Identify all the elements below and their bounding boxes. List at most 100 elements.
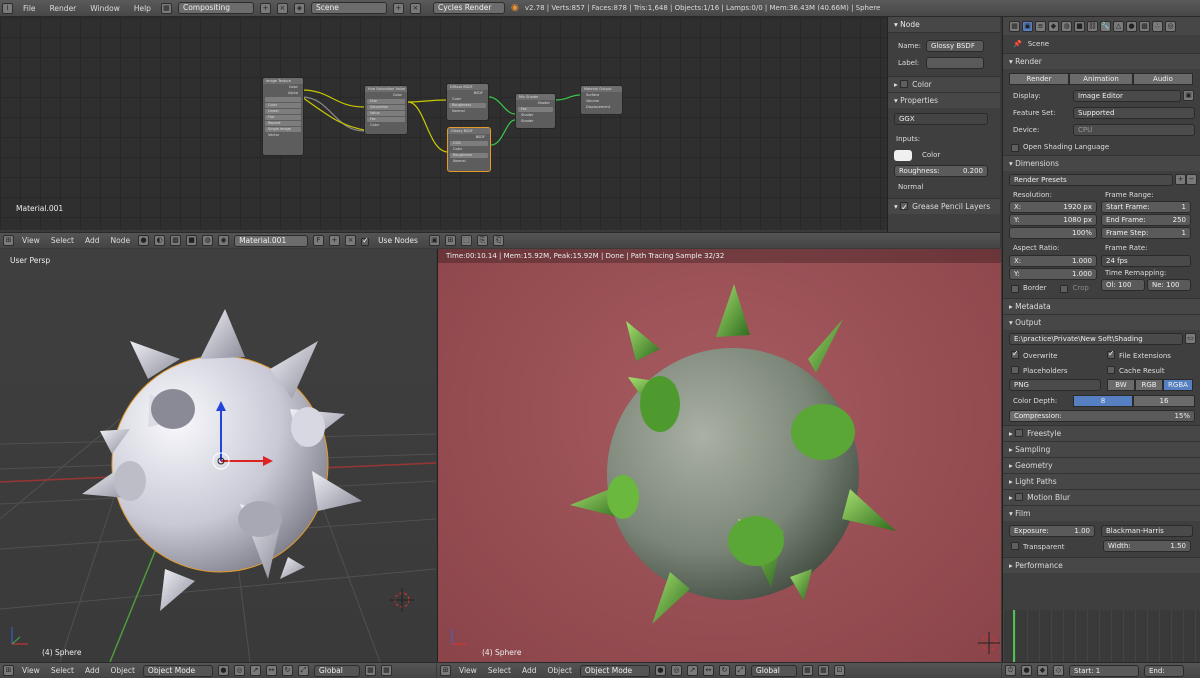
snap-icon[interactable]: ⊞ xyxy=(444,235,456,246)
color-panel-header[interactable]: ▸ Color xyxy=(888,76,1000,92)
node-field[interactable]: Value xyxy=(367,111,405,116)
mode-select[interactable]: Object Mode xyxy=(142,664,213,677)
render-layers-tab-icon[interactable]: ≡ xyxy=(1035,20,1046,32)
scene-tab-icon[interactable]: ◆ xyxy=(1048,20,1059,32)
metadata-panel-header[interactable]: ▸ Metadata xyxy=(1003,298,1200,314)
border-checkbox[interactable] xyxy=(1011,285,1019,293)
start-frame-field[interactable]: Start Frame: 1 xyxy=(1101,201,1191,213)
3d-viewport[interactable]: User Persp (4) Sphere xyxy=(0,249,436,662)
fullscreen-icon[interactable]: ▣ xyxy=(1183,90,1194,101)
output-panel-header[interactable]: ▾ Output xyxy=(1003,314,1200,330)
resolution-percent-field[interactable]: 100% xyxy=(1009,227,1097,239)
device-select[interactable]: CPU xyxy=(1073,123,1195,136)
layers-icon[interactable]: ▦ xyxy=(380,665,392,676)
motion-blur-panel-header[interactable]: ▸ Motion Blur xyxy=(1003,489,1200,505)
physics-tab-icon[interactable]: ◎ xyxy=(1165,20,1176,32)
time-old-field[interactable]: Ol: 100 xyxy=(1101,279,1145,291)
lock-icon[interactable]: ⊡ xyxy=(833,665,845,676)
node-field[interactable]: Repeat xyxy=(265,121,301,126)
add-scene-icon[interactable]: + xyxy=(392,2,404,14)
menu-object[interactable]: Object xyxy=(107,666,137,675)
motion-blur-checkbox[interactable] xyxy=(1015,493,1024,501)
node-field[interactable]: Roughness xyxy=(450,153,488,158)
editor-type-icon[interactable]: ⏱ xyxy=(1005,665,1016,676)
menu-file[interactable]: File xyxy=(19,4,40,13)
fake-user-button[interactable]: F xyxy=(313,235,325,246)
render-engine-select[interactable]: Cycles Render xyxy=(432,2,505,14)
exposure-field[interactable]: Exposure: 1.00 xyxy=(1009,524,1095,537)
filter-type-select[interactable]: Blackman-Harris xyxy=(1101,524,1193,537)
editor-type-icon[interactable]: ⊞ xyxy=(3,235,14,246)
material-field[interactable]: Material.001 xyxy=(234,234,309,247)
node-image-field[interactable] xyxy=(265,97,301,102)
display-select[interactable]: Image Editor xyxy=(1073,89,1181,102)
node-field[interactable]: GGX xyxy=(450,141,488,146)
paste-icon[interactable]: ⎗ xyxy=(492,235,504,246)
depth-8-button[interactable]: 8 xyxy=(1073,394,1133,407)
record-icon[interactable]: ● xyxy=(1021,665,1032,676)
node-field[interactable]: Fac xyxy=(367,117,405,122)
layers-icon[interactable]: ▦ xyxy=(364,665,376,676)
start-frame-timeline-field[interactable]: Start: 1 xyxy=(1069,664,1139,677)
aspect-y-field[interactable]: Y: 1.000 xyxy=(1009,268,1097,280)
shading-icon[interactable]: ● xyxy=(654,665,666,676)
folder-icon[interactable]: ▭ xyxy=(1185,333,1196,344)
node-field[interactable]: Hue xyxy=(367,99,405,104)
freestyle-panel-header[interactable]: ▸ Freestyle xyxy=(1003,425,1200,441)
render-presets-select[interactable]: Render Presets xyxy=(1009,173,1173,186)
timeline-area[interactable] xyxy=(1002,610,1200,662)
scale-icon[interactable]: ⤢ xyxy=(734,665,746,676)
node-mix-shader[interactable]: Mix Shader Shader Fac Shader Shader xyxy=(515,93,556,129)
performance-panel-header[interactable]: ▸ Performance xyxy=(1003,557,1200,573)
cache-result-checkbox[interactable] xyxy=(1107,365,1115,374)
file-format-select[interactable]: PNG xyxy=(1009,379,1101,391)
current-frame-marker[interactable] xyxy=(1013,610,1015,662)
menu-add[interactable]: Add xyxy=(82,236,103,245)
color-bw-button[interactable]: BW xyxy=(1107,379,1135,391)
node-field[interactable]: Linear xyxy=(265,109,301,114)
freestyle-checkbox[interactable] xyxy=(1015,429,1024,437)
end-frame-timeline-field[interactable]: End: xyxy=(1144,664,1184,677)
keying-set-icon[interactable]: ◇ xyxy=(1053,665,1064,676)
layers-icon[interactable]: ▦ xyxy=(817,665,829,676)
layers-icon[interactable]: ▦ xyxy=(801,665,813,676)
orientation-select[interactable]: Global xyxy=(313,664,360,677)
node-material-output[interactable]: Material Output Surface Volume Displacem… xyxy=(580,85,623,115)
audio-button[interactable]: Audio xyxy=(1133,73,1193,85)
film-panel-header[interactable]: ▾ Film xyxy=(1003,505,1200,521)
render-result-view[interactable]: Time:00:10.14 | Mem:15.92M, Peak:15.92M … xyxy=(437,249,1001,662)
properties-panel-header[interactable]: ▾ Properties xyxy=(888,92,1000,108)
crop-checkbox[interactable] xyxy=(1060,285,1069,293)
particles-tab-icon[interactable]: ∴ xyxy=(1152,20,1163,32)
manipulator-icon[interactable]: ↗ xyxy=(249,665,261,676)
use-nodes-checkbox[interactable] xyxy=(361,236,370,246)
render-button[interactable]: Render xyxy=(1009,73,1069,85)
aspect-x-field[interactable]: X: 1.000 xyxy=(1009,255,1097,267)
remove-material-icon[interactable]: × xyxy=(345,235,357,246)
world-icon[interactable]: ◍ xyxy=(202,235,214,246)
resolution-y-field[interactable]: Y: 1080 px xyxy=(1009,214,1097,226)
sampling-panel-header[interactable]: ▸ Sampling xyxy=(1003,441,1200,457)
data-tab-icon[interactable]: △ xyxy=(1113,20,1124,32)
animation-button[interactable]: Animation xyxy=(1069,73,1133,85)
file-extensions-checkbox[interactable] xyxy=(1107,349,1115,359)
add-material-icon[interactable]: + xyxy=(329,235,341,246)
editor-type-icon[interactable]: ▦ xyxy=(1009,20,1020,32)
compression-slider[interactable]: Compression: 15% xyxy=(1009,409,1195,422)
grease-pencil-checkbox[interactable] xyxy=(900,200,909,216)
texture-nodes-icon[interactable]: ▩ xyxy=(170,235,182,246)
end-frame-field[interactable]: End Frame: 250 xyxy=(1101,214,1191,226)
output-path-field[interactable]: E:\practice\Private\New Soft\Shading xyxy=(1009,332,1183,345)
dimensions-panel-header[interactable]: ▾ Dimensions xyxy=(1003,155,1200,171)
overwrite-checkbox[interactable] xyxy=(1011,349,1019,359)
add-layout-icon[interactable]: + xyxy=(259,2,271,14)
remove-scene-icon[interactable]: × xyxy=(409,2,421,14)
translate-icon[interactable]: ↔ xyxy=(265,665,277,676)
color-rgb-button[interactable]: RGB xyxy=(1135,379,1163,391)
feature-set-select[interactable]: Supported xyxy=(1073,106,1195,119)
menu-render[interactable]: Render xyxy=(46,4,81,13)
node-field[interactable]: Saturation xyxy=(367,105,405,110)
menu-view[interactable]: View xyxy=(456,666,480,675)
orientation-select[interactable]: Global xyxy=(750,664,797,677)
color-checkbox[interactable] xyxy=(900,80,909,88)
